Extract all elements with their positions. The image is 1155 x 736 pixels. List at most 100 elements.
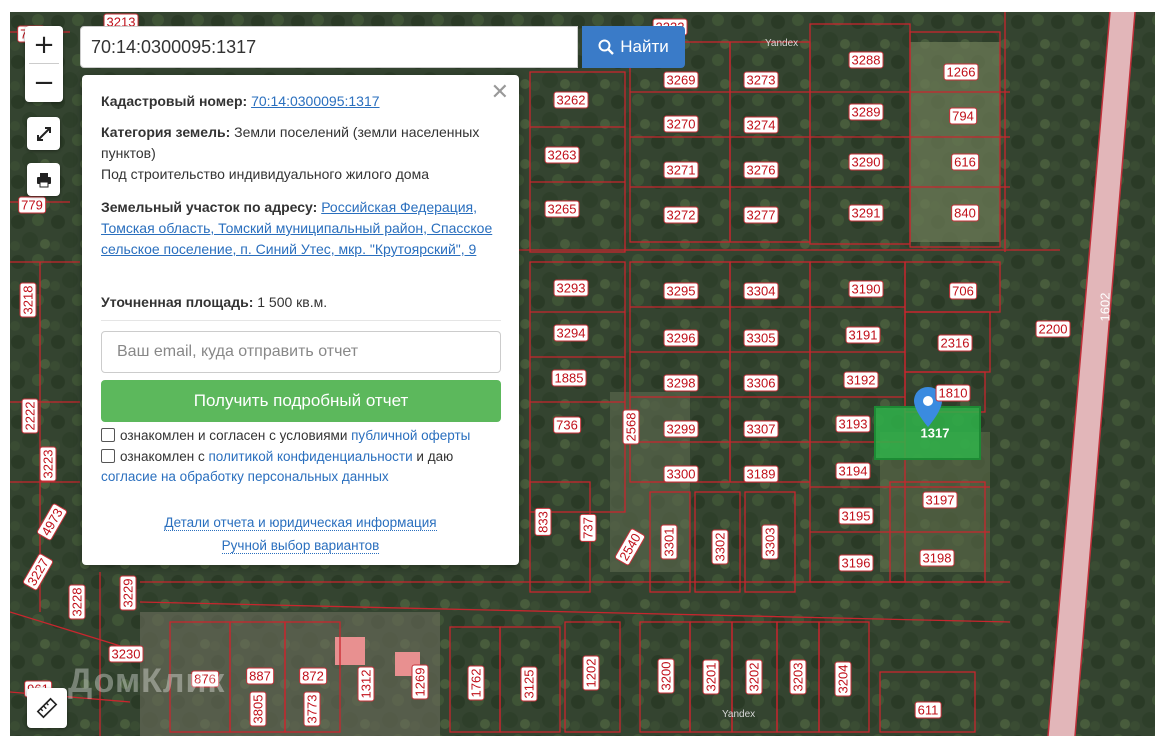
parcel-label-3262[interactable]: 3262 <box>553 91 589 109</box>
parcel-label-616[interactable]: 616 <box>951 153 979 171</box>
parcel-label-3269[interactable]: 3269 <box>663 71 699 89</box>
fullscreen-button[interactable] <box>27 117 60 150</box>
parcel-label-3307[interactable]: 3307 <box>743 420 779 438</box>
parcel-label-3229[interactable]: 3229 <box>119 575 137 611</box>
parcel-label-3288[interactable]: 3288 <box>848 51 884 69</box>
zoom-in-button[interactable]: + <box>25 26 63 63</box>
parcel-label-2568[interactable]: 2568 <box>622 409 640 445</box>
privacy-checkbox[interactable] <box>101 449 115 463</box>
parcel-label-611[interactable]: 611 <box>914 701 942 719</box>
details-link[interactable]: Детали отчета и юридическая информация <box>82 515 519 531</box>
parcel-label-3190[interactable]: 3190 <box>848 280 884 298</box>
parcel-label-3805[interactable]: 3805 <box>249 691 267 727</box>
parcel-label-3289[interactable]: 3289 <box>848 103 884 121</box>
parcel-label-2316[interactable]: 2316 <box>937 334 973 352</box>
parcel-label-3200[interactable]: 3200 <box>657 658 675 694</box>
parcel-label-794[interactable]: 794 <box>949 107 977 125</box>
parcel-label-1810[interactable]: 1810 <box>935 384 971 402</box>
watermark: ДомКлик <box>68 662 226 700</box>
ruler-button[interactable] <box>27 688 67 728</box>
parcel-label-3773[interactable]: 3773 <box>303 691 321 727</box>
parcel-label-3204[interactable]: 3204 <box>834 661 852 697</box>
consent-privacy: ознакомлен с политикой конфиденциальност… <box>101 447 501 487</box>
privacy-link[interactable]: политикой конфиденциальности <box>208 449 412 464</box>
parcel-label-3223[interactable]: 3223 <box>39 446 57 482</box>
parcel-label-736[interactable]: 736 <box>553 416 581 434</box>
get-report-button[interactable]: Получить подробный отчет <box>101 380 501 422</box>
parcel-label-3201[interactable]: 3201 <box>702 659 720 695</box>
parcel-label-3274[interactable]: 3274 <box>743 116 779 134</box>
parcel-label-3263[interactable]: 3263 <box>544 146 580 164</box>
parcel-label-3302[interactable]: 3302 <box>711 529 729 565</box>
parcel-label-3189[interactable]: 3189 <box>743 465 779 483</box>
parcel-label-3230[interactable]: 3230 <box>108 645 144 663</box>
parcel-label-840[interactable]: 840 <box>951 204 979 222</box>
print-button[interactable] <box>27 163 60 196</box>
parcel-label-3299[interactable]: 3299 <box>663 420 699 438</box>
parcel-label-1266[interactable]: 1266 <box>943 63 979 81</box>
area-row: Уточненная площадь: 1 500 кв.м. <box>101 292 496 313</box>
email-field[interactable]: Ваш email, куда отправить отчет <box>101 331 501 373</box>
parcel-label-737[interactable]: 737 <box>579 514 597 542</box>
parcel-label-3125[interactable]: 3125 <box>520 666 538 702</box>
search-icon <box>598 39 615 55</box>
parcel-label-1885[interactable]: 1885 <box>551 369 587 387</box>
parcel-label-3305[interactable]: 3305 <box>743 329 779 347</box>
parcel-label-1762[interactable]: 1762 <box>467 665 485 701</box>
parcel-label-3272[interactable]: 3272 <box>663 206 699 224</box>
parcel-label-3303[interactable]: 3303 <box>761 524 779 560</box>
parcel-label-3295[interactable]: 3295 <box>663 282 699 300</box>
parcel-label-3197[interactable]: 3197 <box>922 491 958 509</box>
parcel-label-2222[interactable]: 2222 <box>21 398 39 434</box>
parcel-label-2200[interactable]: 2200 <box>1035 320 1071 338</box>
parcel-label-3228[interactable]: 3228 <box>68 584 86 620</box>
search-input[interactable]: 70:14:0300095:1317 <box>80 26 578 68</box>
parcel-label-3265[interactable]: 3265 <box>544 200 580 218</box>
parcel-label-3304[interactable]: 3304 <box>743 282 779 300</box>
parcel-label-3276[interactable]: 3276 <box>743 161 779 179</box>
parcel-label-706[interactable]: 706 <box>949 282 977 300</box>
parcel-label-779[interactable]: 779 <box>18 196 46 214</box>
manual-link-text[interactable]: Ручной выбор вариантов <box>221 538 380 554</box>
parcel-label-1269[interactable]: 1269 <box>411 664 429 700</box>
parcel-label-1202[interactable]: 1202 <box>582 655 600 691</box>
parcel-label-3298[interactable]: 3298 <box>663 374 699 392</box>
parcel-label-3296[interactable]: 3296 <box>663 329 699 347</box>
cadastral-link[interactable]: 70:14:0300095:1317 <box>251 93 379 109</box>
parcel-label-3306[interactable]: 3306 <box>743 374 779 392</box>
zoom-out-button[interactable]: − <box>25 64 63 101</box>
parcel-label-3194[interactable]: 3194 <box>835 462 871 480</box>
parcel-label-3195[interactable]: 3195 <box>838 507 874 525</box>
parcel-label-3294[interactable]: 3294 <box>553 324 589 342</box>
parcel-label-3293[interactable]: 3293 <box>553 279 589 297</box>
parcel-label-3193[interactable]: 3193 <box>835 415 871 433</box>
category-row: Категория земель: Земли поселений (земли… <box>101 122 496 185</box>
parcel-label-833[interactable]: 833 <box>534 508 552 536</box>
parcel-label-3273[interactable]: 3273 <box>743 71 779 89</box>
parcel-label-3270[interactable]: 3270 <box>663 115 699 133</box>
parcel-label-3192[interactable]: 3192 <box>843 371 879 389</box>
selected-parcel-label[interactable]: 1317 <box>919 426 952 441</box>
parcel-label-872[interactable]: 872 <box>299 667 327 685</box>
parcel-label-3301[interactable]: 3301 <box>660 524 678 560</box>
parcel-label-1312[interactable]: 1312 <box>357 666 375 702</box>
search-button[interactable]: Найти <box>582 26 685 68</box>
parcel-label-887[interactable]: 887 <box>246 667 274 685</box>
parcel-label-3218[interactable]: 3218 <box>19 282 37 318</box>
details-link-text[interactable]: Детали отчета и юридическая информация <box>164 515 437 531</box>
parcel-label-3198[interactable]: 3198 <box>919 549 955 567</box>
offer-checkbox[interactable] <box>101 428 115 442</box>
parcel-label-3300[interactable]: 3300 <box>663 465 699 483</box>
parcel-label-3191[interactable]: 3191 <box>845 326 881 344</box>
parcel-label-3202[interactable]: 3202 <box>745 659 763 695</box>
data-processing-link[interactable]: согласие на обработку персональных данны… <box>101 469 389 484</box>
parcel-label-3291[interactable]: 3291 <box>848 204 884 222</box>
parcel-label-3203[interactable]: 3203 <box>789 659 807 695</box>
offer-link[interactable]: публичной оферты <box>351 428 470 443</box>
parcel-label-3196[interactable]: 3196 <box>838 554 874 572</box>
parcel-label-3277[interactable]: 3277 <box>743 206 779 224</box>
parcel-label-3290[interactable]: 3290 <box>848 153 884 171</box>
consent-offer: ознакомлен и согласен с условиями публич… <box>101 426 501 446</box>
manual-link[interactable]: Ручной выбор вариантов <box>82 538 519 554</box>
parcel-label-3271[interactable]: 3271 <box>663 161 699 179</box>
